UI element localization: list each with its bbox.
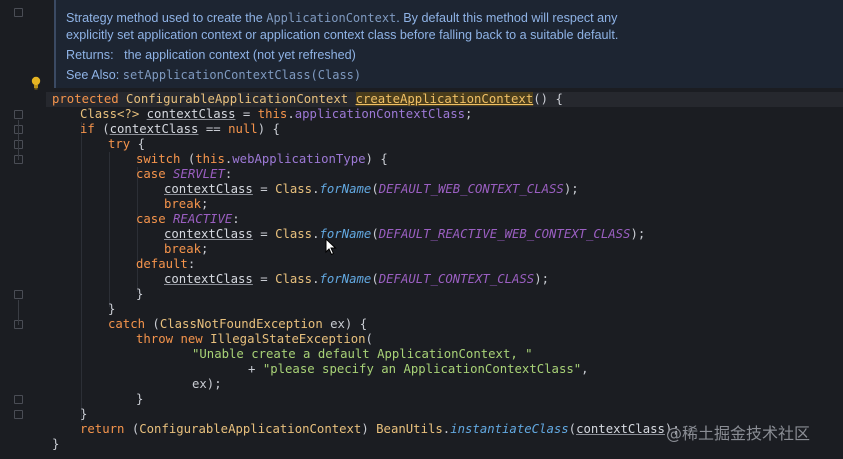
doc-code-ref: ApplicationContext <box>266 11 397 25</box>
fold-marker-icon[interactable] <box>14 410 23 419</box>
code-line-12[interactable]: default: <box>136 257 195 272</box>
code-line-10[interactable]: contextClass = Class.forName(DEFAULT_REA… <box>164 227 645 242</box>
code-line-23[interactable]: return (ConfigurableApplicationContext) … <box>80 422 680 437</box>
code-line-16[interactable]: catch (ClassNotFoundException ex) { <box>108 317 367 332</box>
code-line-18[interactable]: "Unable create a default ApplicationCont… <box>192 347 533 362</box>
editor-gutter[interactable] <box>0 0 46 459</box>
code-line-15[interactable]: } <box>108 302 115 317</box>
code-line-3[interactable]: if (contextClass == null) { <box>80 122 280 137</box>
code-line-4[interactable]: try { <box>108 137 145 152</box>
code-line-14[interactable]: } <box>136 287 143 302</box>
indent-guide <box>109 152 110 307</box>
method-name[interactable]: createApplicationContext <box>355 92 534 106</box>
code-line-19[interactable]: + "please specify an ApplicationContextC… <box>248 362 589 377</box>
code-line-21[interactable]: } <box>136 392 143 407</box>
doc-description-line-1: Strategy method used to create the Appli… <box>66 11 618 25</box>
doc-returns: Returns: the application context (not ye… <box>66 48 356 62</box>
fold-marker-icon[interactable] <box>14 395 23 404</box>
watermark: @稀土掘金技术社区 <box>666 424 811 443</box>
code-line-2[interactable]: Class<?> contextClass = this.application… <box>80 107 472 122</box>
code-line-1[interactable]: protected ConfigurableApplicationContext… <box>52 92 563 107</box>
doc-description-line-2: explicitly set application context or ap… <box>66 28 619 42</box>
fold-marker-icon[interactable] <box>14 8 23 17</box>
doc-see-also: See Also: setApplicationContextClass(Cla… <box>66 68 362 82</box>
code-line-24[interactable]: } <box>52 437 59 452</box>
code-line-7[interactable]: contextClass = Class.forName(DEFAULT_WEB… <box>164 182 579 197</box>
see-also-link[interactable]: setApplicationContextClass(Class) <box>123 68 361 82</box>
fold-guide <box>18 300 19 325</box>
javadoc-popup: Strategy method used to create the Appli… <box>54 0 843 88</box>
fold-marker-icon[interactable] <box>14 290 23 299</box>
code-line-17[interactable]: throw new IllegalStateException( <box>136 332 373 347</box>
code-line-5[interactable]: switch (this.webApplicationType) { <box>136 152 388 167</box>
fold-marker-icon[interactable] <box>14 110 23 119</box>
mouse-pointer-icon <box>325 237 337 256</box>
code-line-6[interactable]: case SERVLET: <box>136 167 232 182</box>
code-line-13[interactable]: contextClass = Class.forName(DEFAULT_CON… <box>164 272 549 287</box>
fold-guide <box>18 120 19 160</box>
code-line-22[interactable]: } <box>80 407 87 422</box>
code-line-9[interactable]: case REACTIVE: <box>136 212 240 227</box>
lightbulb-icon[interactable] <box>30 76 42 90</box>
indent-guide <box>81 122 82 422</box>
indent-guide <box>137 167 138 292</box>
code-line-11[interactable]: break; <box>164 242 208 257</box>
code-line-20[interactable]: ex); <box>192 377 222 392</box>
code-line-8[interactable]: break; <box>164 197 208 212</box>
